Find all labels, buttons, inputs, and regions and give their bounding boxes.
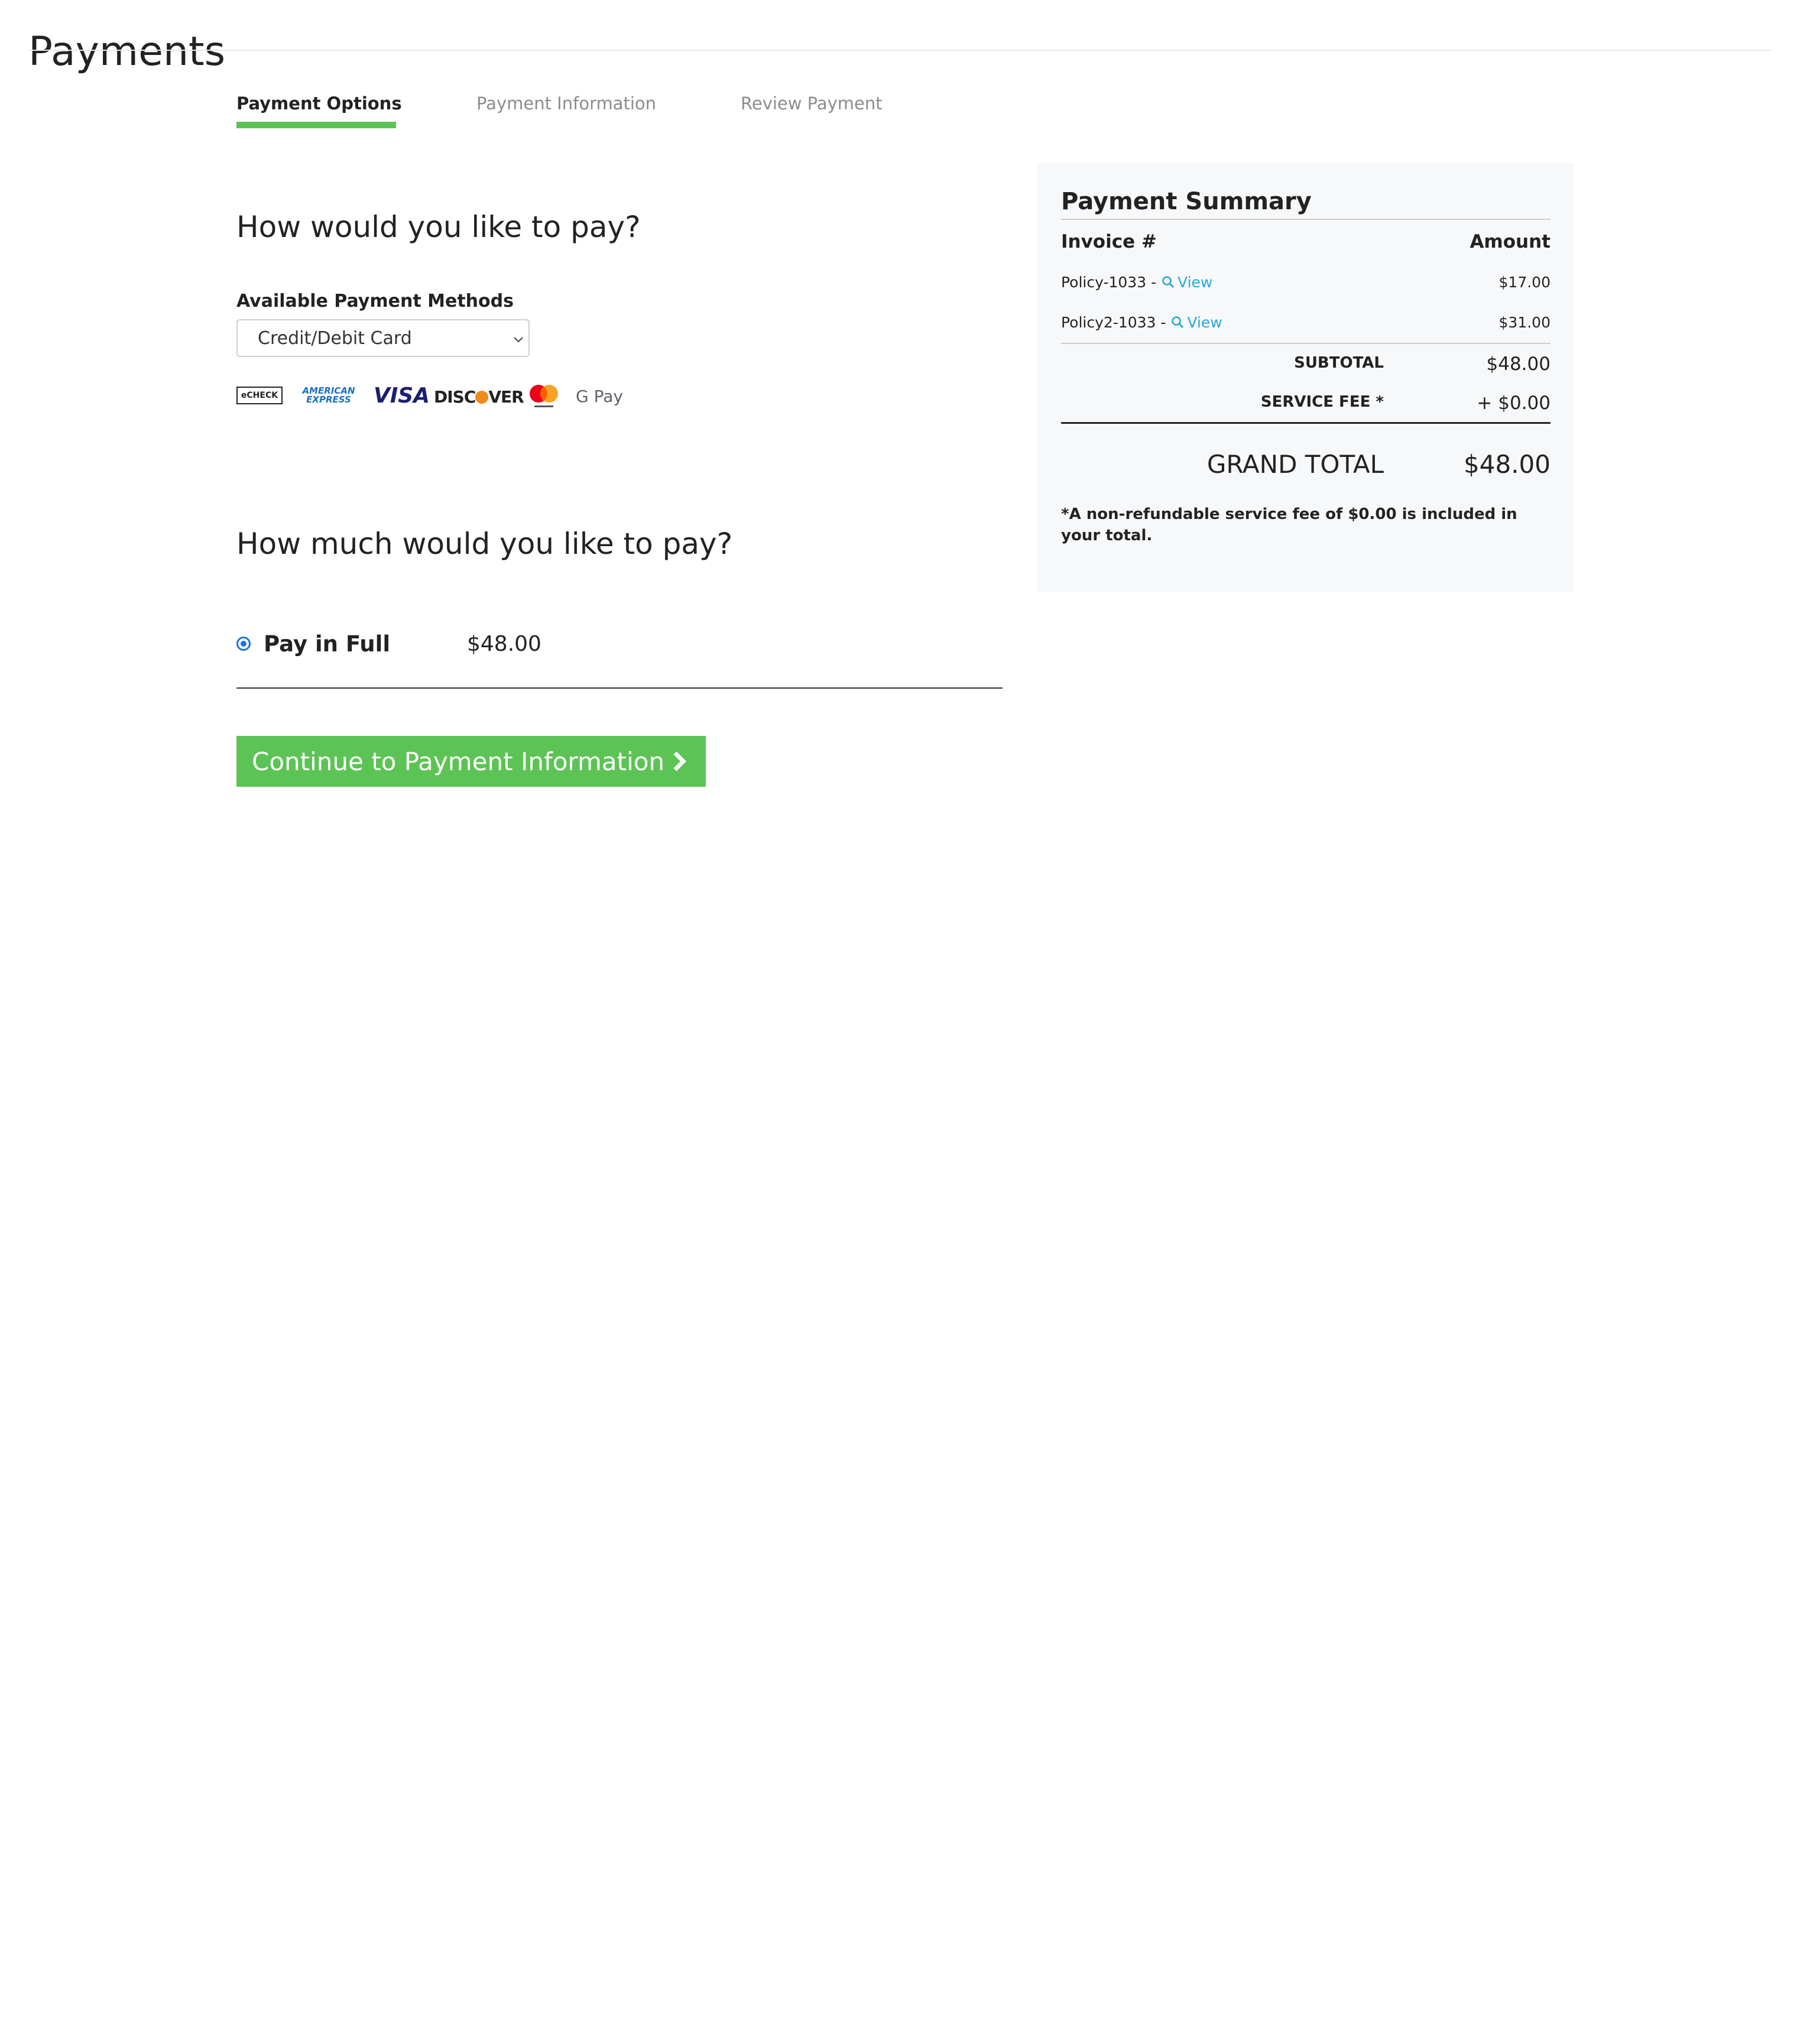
pay-in-full-amount: $48.00 bbox=[467, 632, 541, 656]
continue-button-label: Continue to Payment Information bbox=[252, 747, 665, 776]
payment-amount-heading: How much would you like to pay? bbox=[236, 527, 733, 561]
step-payment-information[interactable]: Payment Information bbox=[476, 92, 656, 115]
invoice-row: Policy2-1033 - View $31.00 bbox=[1061, 311, 1551, 335]
service-fee-label: SERVICE FEE * bbox=[1260, 393, 1384, 411]
payment-method-selected-value: Credit/Debit Card bbox=[258, 328, 412, 349]
payment-methods-label: Available Payment Methods bbox=[236, 291, 514, 312]
title-divider bbox=[28, 50, 1772, 51]
invoice-amount: $31.00 bbox=[1498, 314, 1551, 331]
view-invoice-link[interactable]: View bbox=[1161, 271, 1212, 294]
summary-divider bbox=[1061, 343, 1551, 344]
discover-logo: DISC VER bbox=[434, 387, 524, 407]
payment-options-divider bbox=[236, 687, 1003, 689]
visa-logo: VISA bbox=[374, 384, 430, 408]
payment-method-select[interactable]: Credit/Debit Card bbox=[236, 319, 530, 357]
invoice-column-header: Invoice # bbox=[1061, 231, 1157, 252]
pay-in-full-label[interactable]: Pay in Full bbox=[264, 631, 390, 657]
accepted-cards-logos: eCHECK AMERICAN EXPRESS VISA DISC VER G P… bbox=[236, 382, 627, 411]
echeck-logo: eCHECK bbox=[236, 387, 283, 404]
payment-summary-panel: Payment Summary Invoice # Amount Policy-… bbox=[1037, 163, 1574, 592]
grand-total-value: $48.00 bbox=[1464, 450, 1551, 479]
chevron-down-icon bbox=[514, 337, 523, 343]
step-review-payment[interactable]: Review Payment bbox=[741, 92, 883, 115]
subtotal-label: SUBTOTAL bbox=[1294, 354, 1384, 372]
search-icon bbox=[1162, 276, 1175, 288]
service-fee-note: *A non-refundable service fee of $0.00 i… bbox=[1061, 505, 1517, 544]
active-step-indicator bbox=[236, 122, 396, 128]
pay-in-full-radio[interactable] bbox=[236, 637, 251, 651]
service-fee-value: + $0.00 bbox=[1477, 392, 1551, 414]
invoice-number: Policy-1033 - View bbox=[1061, 271, 1212, 294]
amount-column-header: Amount bbox=[1470, 231, 1551, 252]
grand-total-divider bbox=[1061, 422, 1551, 424]
continue-to-payment-information-button[interactable]: Continue to Payment Information bbox=[236, 736, 706, 787]
invoice-number: Policy2-1033 - View bbox=[1061, 311, 1222, 335]
view-invoice-link[interactable]: View bbox=[1170, 311, 1222, 335]
amex-logo: AMERICAN EXPRESS bbox=[302, 385, 355, 405]
invoice-row: Policy-1033 - View $17.00 bbox=[1061, 271, 1551, 294]
subtotal-value: $48.00 bbox=[1486, 353, 1551, 375]
payment-method-heading: How would you like to pay? bbox=[236, 210, 641, 244]
google-pay-logo: G Pay bbox=[576, 387, 623, 406]
grand-total-label: GRAND TOTAL bbox=[1206, 450, 1384, 479]
payment-summary-title: Payment Summary bbox=[1061, 188, 1312, 215]
search-icon bbox=[1172, 316, 1184, 329]
radio-selected-dot bbox=[241, 641, 246, 647]
summary-divider bbox=[1061, 219, 1551, 220]
step-payment-options[interactable]: Payment Options bbox=[236, 92, 402, 115]
mastercard-logo bbox=[530, 385, 558, 407]
page-title: Payments bbox=[28, 28, 226, 75]
invoice-amount: $17.00 bbox=[1498, 274, 1551, 291]
chevron-right-icon bbox=[673, 751, 686, 771]
